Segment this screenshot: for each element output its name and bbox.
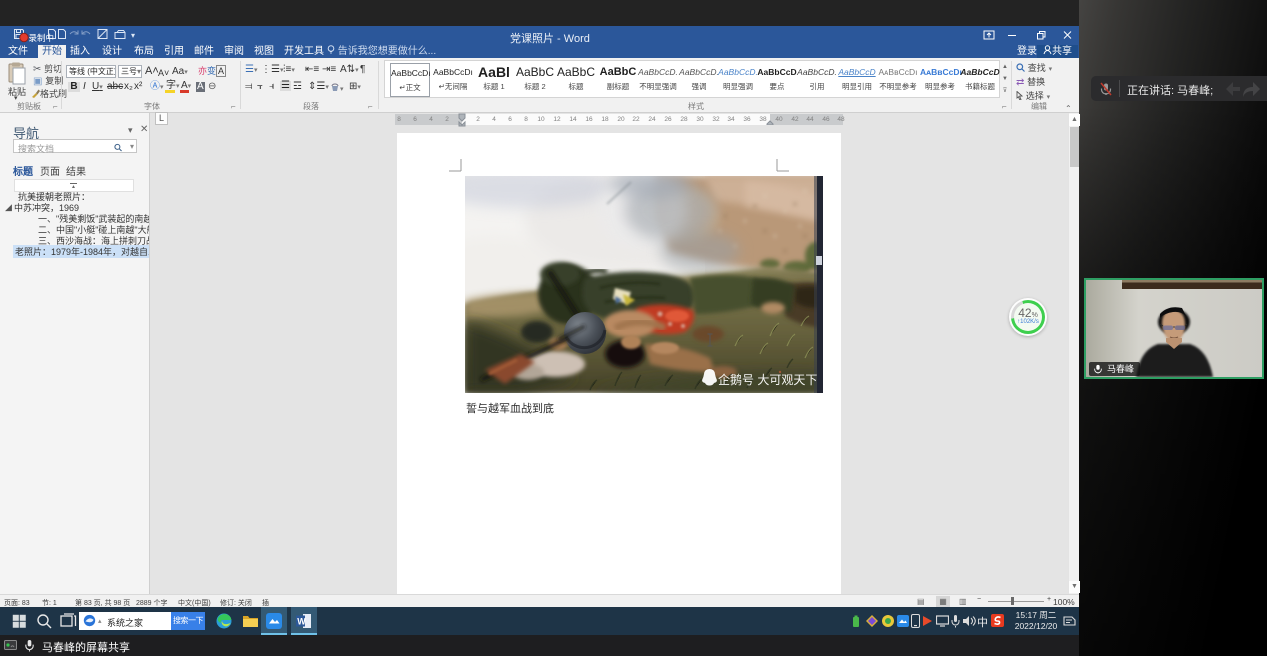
svg-text:企鹅号 大可观天下: 企鹅号 大可观天下	[718, 372, 817, 387]
svg-text:录制中: 录制中	[29, 33, 55, 43]
svg-text:▾: ▾	[131, 31, 135, 40]
svg-text:W: W	[297, 617, 306, 627]
